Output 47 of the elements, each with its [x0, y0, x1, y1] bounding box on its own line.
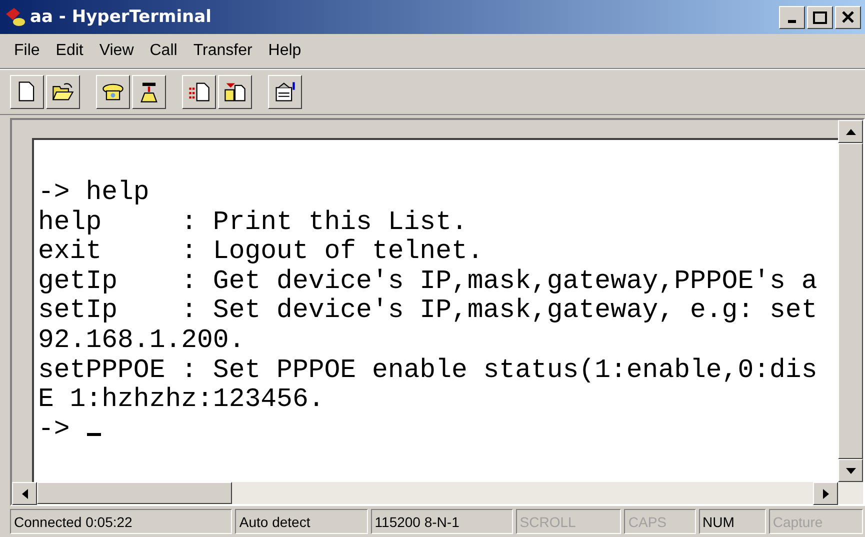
scroll-up-button[interactable] [838, 120, 863, 143]
status-pane: Connected 0:05:22 [10, 509, 232, 534]
menu-item[interactable]: Help [260, 42, 310, 60]
right-arrow-icon [822, 488, 828, 498]
status-pane: Auto detect [235, 509, 368, 534]
toolbar-button[interactable] [182, 75, 216, 109]
terminal-line: exit : Logout of telnet. [38, 237, 484, 267]
window-title: aa - HyperTerminal [30, 7, 212, 27]
maximize-button[interactable] [807, 6, 833, 28]
down-arrow-icon [846, 468, 856, 474]
terminal-line: setIp : Set device's IP,mask,gateway, e.g: set [38, 296, 818, 326]
maximize-icon [813, 10, 827, 24]
terminal-line: -> help [38, 178, 150, 208]
terminal-line: getIp : Get device's IP,mask,gateway,PPPOE's a [38, 266, 818, 296]
left-arrow-icon [22, 488, 28, 498]
scrollbar-thumb[interactable] [838, 143, 863, 459]
terminal-line: setPPPOE : Set PPPOE enable status(1:enable,0:dis [38, 356, 818, 386]
toolbar-button[interactable] [96, 75, 130, 109]
close-button[interactable] [835, 6, 861, 28]
terminal-prompt: -> [38, 414, 70, 444]
close-icon [842, 11, 854, 23]
terminal-line: 92.168.1.200. [38, 326, 245, 356]
minimize-icon [788, 20, 796, 23]
terminal-line: E 1:hzhzhz:123456. [38, 385, 324, 415]
scroll-left-button[interactable] [12, 482, 37, 505]
toolbar-button[interactable] [268, 75, 302, 109]
property-sheet-icon [273, 80, 297, 104]
status-pane: NUM [698, 509, 766, 534]
text-cursor [86, 432, 101, 436]
menu-item[interactable]: Edit [48, 42, 92, 60]
toolbar-button[interactable] [10, 75, 44, 109]
status-pane: 115200 8-N-1 [370, 509, 513, 534]
scrollbar-thumb[interactable] [37, 482, 232, 504]
toolbar-button[interactable] [218, 75, 252, 109]
terminal-line: help : Print this List. [38, 208, 468, 238]
telephone-icon [4, 6, 26, 28]
toolbar-button[interactable] [132, 75, 166, 109]
menu-item[interactable]: File [6, 42, 48, 60]
page-icon [187, 80, 211, 104]
scroll-down-button[interactable] [838, 459, 863, 482]
menu-item[interactable]: Call [142, 42, 186, 60]
minimize-button[interactable] [779, 6, 805, 28]
menu-item[interactable]: View [91, 42, 142, 60]
scroll-right-button[interactable] [813, 482, 838, 505]
menu-item[interactable]: Transfer [185, 42, 260, 60]
toolbar-button[interactable] [46, 75, 80, 109]
up-arrow-icon [846, 128, 856, 134]
